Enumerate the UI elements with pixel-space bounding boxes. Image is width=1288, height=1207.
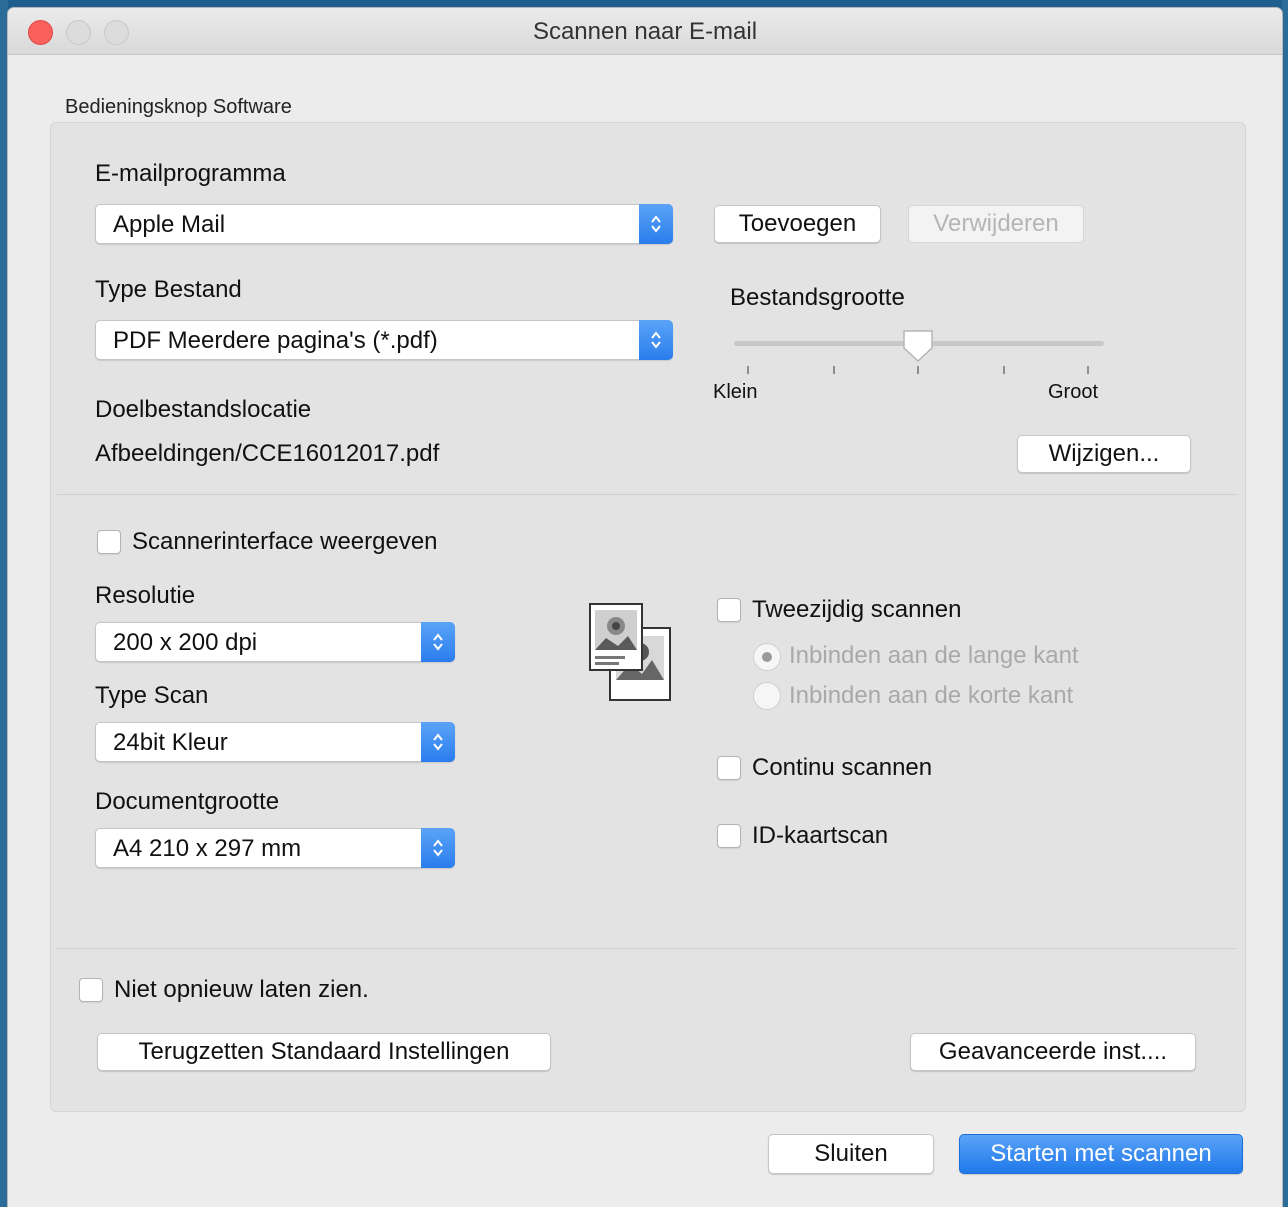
remove-email-program-button[interactable]: Verwijderen <box>908 205 1084 243</box>
document-size-value: A4 210 x 297 mm <box>113 835 302 862</box>
desktop-background-right <box>1282 0 1288 1207</box>
scan-type-value: 24bit Kleur <box>113 729 228 756</box>
add-email-program-button[interactable]: Toevoegen <box>714 205 881 243</box>
destination-value: Afbeeldingen/CCE16012017.pdf <box>95 440 440 467</box>
email-program-select[interactable]: Apple Mail <box>95 204 673 244</box>
updown-chevron-icon <box>639 204 673 244</box>
file-type-value: PDF Meerdere pagina's (*.pdf) <box>113 327 438 354</box>
resolution-value: 200 x 200 dpi <box>113 629 258 656</box>
separator <box>57 494 1237 495</box>
advanced-settings-button[interactable]: Geavanceerde inst.... <box>910 1033 1196 1071</box>
file-size-max-label: Groot <box>1048 381 1099 403</box>
change-destination-button[interactable]: Wijzigen... <box>1017 435 1191 473</box>
dialog-window: Scannen naar E-mail Bedieningsknop Softw… <box>8 8 1282 1207</box>
continuous-scan-checkbox[interactable] <box>717 756 741 780</box>
resolution-select[interactable]: 200 x 200 dpi <box>95 622 455 662</box>
updown-chevron-icon <box>639 320 673 360</box>
file-type-label: Type Bestand <box>95 276 242 303</box>
duplex-label: Tweezijdig scannen <box>752 596 962 623</box>
duplex-document-icon <box>589 603 671 701</box>
scan-type-select[interactable]: 24bit Kleur <box>95 722 455 762</box>
document-size-label: Documentgrootte <box>95 788 280 815</box>
short-edge-radio[interactable] <box>753 682 781 710</box>
resolution-label: Resolutie <box>95 582 196 609</box>
group-label: Bedieningsknop Software <box>65 96 292 118</box>
duplex-checkbox[interactable] <box>717 598 741 622</box>
updown-chevron-icon <box>421 622 455 662</box>
slider-tick <box>1003 366 1005 374</box>
start-scan-button[interactable]: Starten met scannen <box>959 1134 1243 1174</box>
destination-label: Doelbestandslocatie <box>95 396 312 423</box>
long-edge-radio[interactable] <box>753 643 781 671</box>
file-size-label: Bestandsgrootte <box>730 284 905 311</box>
close-button[interactable]: Sluiten <box>768 1134 934 1174</box>
file-size-min-label: Klein <box>713 381 758 403</box>
file-size-slider-thumb[interactable] <box>901 328 935 364</box>
desktop-background-left <box>0 0 8 1207</box>
file-type-select[interactable]: PDF Meerdere pagina's (*.pdf) <box>95 320 673 360</box>
slider-tick <box>747 366 749 374</box>
scan-type-label: Type Scan <box>95 682 209 709</box>
dont-show-again-label: Niet opnieuw laten zien. <box>114 976 369 1003</box>
separator <box>57 948 1237 949</box>
id-card-scan-checkbox[interactable] <box>717 824 741 848</box>
continuous-scan-label: Continu scannen <box>752 754 933 781</box>
scanner-interface-label: Scannerinterface weergeven <box>132 528 438 555</box>
window-title: Scannen naar E-mail <box>532 18 758 45</box>
updown-chevron-icon <box>421 828 455 868</box>
scanner-interface-checkbox[interactable] <box>97 530 121 554</box>
document-size-select[interactable]: A4 210 x 297 mm <box>95 828 455 868</box>
short-edge-label: Inbinden aan de korte kant <box>789 682 1074 709</box>
updown-chevron-icon <box>421 722 455 762</box>
slider-tick <box>917 366 919 374</box>
id-card-scan-label: ID-kaartscan <box>752 822 889 849</box>
email-program-label: E-mailprogramma <box>95 160 286 187</box>
reset-defaults-button[interactable]: Terugzetten Standaard Instellingen <box>97 1033 551 1071</box>
radio-selected-dot <box>762 652 772 662</box>
title-bar: Scannen naar E-mail <box>8 8 1282 55</box>
long-edge-label: Inbinden aan de lange kant <box>789 642 1079 669</box>
slider-tick <box>1087 366 1089 374</box>
email-program-value: Apple Mail <box>113 211 226 238</box>
slider-tick <box>833 366 835 374</box>
dont-show-again-checkbox[interactable] <box>79 978 103 1002</box>
